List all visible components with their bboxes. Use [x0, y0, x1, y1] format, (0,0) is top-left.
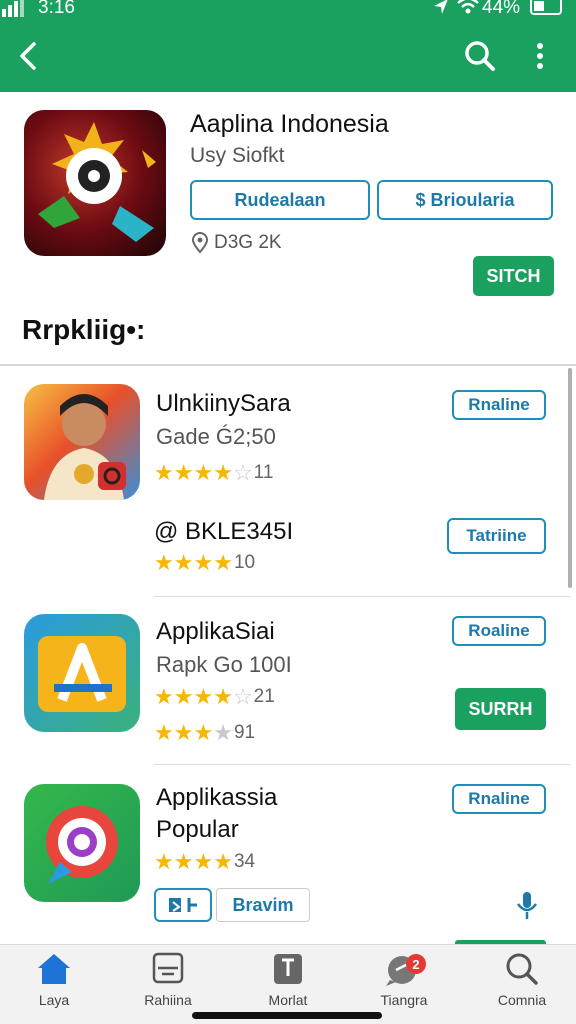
app-tag-1[interactable]: Rnaline [452, 390, 546, 420]
rating-count-3: 21 [253, 686, 275, 707]
battery-percent: 44% [482, 0, 521, 18]
row-divider [154, 764, 570, 765]
library-icon [152, 952, 184, 984]
location-icon [432, 0, 450, 22]
app-bar [0, 22, 576, 92]
featured-secondary-button[interactable]: $ Brioularia [377, 180, 553, 220]
app-title-4-line2: Popular [156, 816, 239, 843]
battery-icon [530, 0, 566, 21]
scrollbar[interactable] [568, 368, 572, 588]
app-icon-applikassia[interactable] [24, 784, 140, 902]
app-icon-applikasiai[interactable] [24, 614, 140, 732]
app-tag-4[interactable]: Rnaline [452, 784, 546, 814]
featured-primary-button[interactable]: Rudealaan [190, 180, 370, 220]
back-arrow-icon[interactable] [12, 38, 48, 74]
featured-app-card: Aaplina Indonesia Usy Siofkt Rudealaan $… [0, 92, 576, 364]
featured-action-button[interactable]: SITCH [473, 256, 554, 296]
section-title: Rrpkliig•: [22, 314, 146, 345]
app-title-2[interactable]: @ BKLE345I [154, 518, 293, 546]
location-pin-icon [190, 232, 210, 254]
status-bar: 3:16 44% [0, 0, 576, 22]
row-divider [154, 596, 570, 597]
star-rating-3: ★ ★ ★ ★ ☆ 21 [154, 684, 275, 709]
app-title-3[interactable]: ApplikaSiai [156, 618, 275, 646]
section-divider [0, 364, 576, 366]
nav-label-chat: Tiangra [380, 992, 428, 1008]
star-rating-1: ★ ★ ★ ★ ☆ 11 [154, 460, 274, 485]
nav-item-chat[interactable]: 2 Tiangra [354, 950, 454, 1016]
home-indicator[interactable] [192, 1012, 382, 1019]
rating-count-3b: 91 [233, 722, 256, 743]
nav-item-search[interactable]: Comnia [472, 950, 572, 1016]
nav-item-library[interactable]: Rahiina [118, 950, 218, 1016]
featured-downloads: D3G 2K [214, 232, 282, 253]
search-icon [506, 953, 538, 985]
book-chip[interactable] [154, 888, 212, 922]
rating-count-1: 11 [253, 462, 274, 483]
app-action-button-3[interactable]: SURRH [455, 688, 546, 730]
bookmark-icon [274, 954, 302, 984]
wifi-icon [457, 0, 479, 21]
notification-badge: 2 [406, 954, 426, 974]
signal-icon [0, 0, 34, 17]
nav-label-home: Laya [38, 992, 70, 1008]
rating-count-4: 34 [233, 851, 256, 872]
featured-app-developer: Usy Siofkt [190, 144, 285, 167]
app-title-1[interactable]: UlnkiinySara [156, 390, 291, 418]
app-icon-ulnkiiny[interactable] [24, 384, 140, 500]
app-tag-2[interactable]: Tatriine [447, 518, 546, 554]
rating-count-2: 10 [233, 552, 256, 573]
nav-item-home[interactable]: Laya [4, 950, 104, 1016]
nav-item-bookmark[interactable]: Morlat [238, 950, 338, 1016]
app-tag-3[interactable]: Roaline [452, 616, 546, 646]
star-rating-3b: ★ ★ ★ ★ 91 [154, 720, 256, 745]
status-time: 3:16 [38, 0, 75, 18]
app-title-4[interactable]: Applikassia [156, 784, 277, 812]
microphone-icon[interactable] [514, 890, 540, 920]
nav-label-bookmark: Morlat [268, 992, 308, 1008]
nav-label-library: Rahiina [144, 992, 192, 1008]
featured-app-icon[interactable] [24, 110, 166, 256]
home-icon [38, 954, 70, 984]
app-chip-4[interactable]: Bravim [216, 888, 310, 922]
search-icon[interactable] [460, 36, 500, 76]
featured-app-title: Aaplina Indonesia [190, 110, 389, 138]
book-icon [169, 898, 197, 912]
app-subtitle-3: Rapk Go 100I [156, 652, 292, 677]
more-vertical-icon[interactable] [528, 38, 552, 74]
star-rating-2: ★ ★ ★ ★ 10 [154, 550, 256, 575]
nav-label-search: Comnia [497, 992, 547, 1008]
app-subtitle-1: Gade Ǵ2;50 [156, 424, 276, 449]
star-rating-4: ★ ★ ★ ★ 34 [154, 849, 256, 874]
